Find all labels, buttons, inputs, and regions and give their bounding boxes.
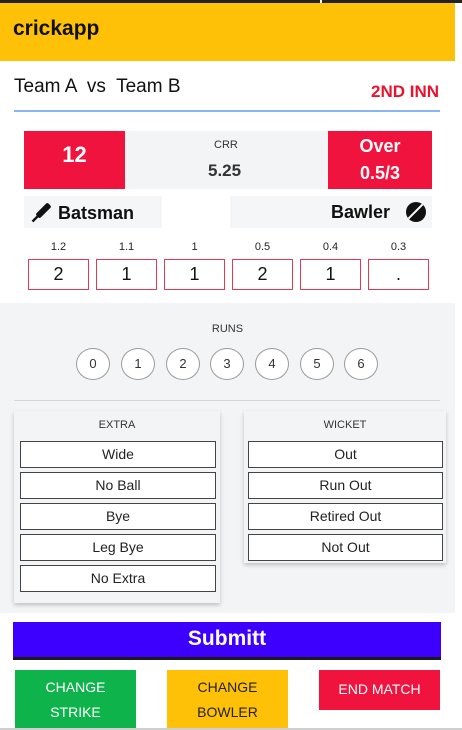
change-strike-line2: STRIKE [50, 704, 101, 720]
run-2-button[interactable]: 2 [166, 348, 200, 380]
scoring-controls: RUNS 0 1 2 3 4 5 6 EXTRA Wide No Ball By… [0, 303, 455, 613]
extra-bye-button[interactable]: Bye [20, 503, 216, 530]
change-bowler-line1: CHANGE [197, 679, 258, 695]
run-6-button[interactable]: 6 [344, 348, 378, 380]
ball-runs: 1 [164, 259, 225, 290]
divider [14, 400, 440, 401]
ball-number: 1.1 [118, 241, 135, 253]
ball-runs: 1 [96, 259, 157, 290]
match-header: Team A vs Team B 2ND INN [14, 72, 440, 112]
players-row: Batsman Bawler [24, 196, 432, 228]
extra-wide-button[interactable]: Wide [20, 441, 216, 468]
run-4-button[interactable]: 4 [255, 348, 289, 380]
wicket-panel: WICKET Out Run Out Retired Out Not Out [244, 411, 446, 563]
app-title: crickapp [13, 17, 100, 40]
run-5-button[interactable]: 5 [300, 348, 334, 380]
ball-runs: 2 [232, 259, 293, 290]
extra-leg-bye-button[interactable]: Leg Bye [20, 534, 216, 561]
run-1-button[interactable]: 1 [121, 348, 155, 380]
score-panel: 12 CRR 5.25 Over 0.5/3 [24, 131, 432, 189]
change-bowler-line2: BOWLER [197, 704, 258, 720]
change-bowler-button[interactable]: CHANGE BOWLER [167, 670, 288, 728]
wicket-out-button[interactable]: Out [248, 441, 443, 468]
ball-number: 0.3 [390, 241, 407, 253]
runs-label: RUNS [211, 323, 244, 335]
wicket-retired-out-button[interactable]: Retired Out [248, 503, 443, 530]
batsman-label: Batsman [58, 203, 135, 223]
wicket-run-out-button[interactable]: Run Out [248, 472, 443, 499]
end-match-button[interactable]: END MATCH [319, 670, 440, 710]
total-score: 12 [24, 131, 125, 189]
extra-no-extra-button[interactable]: No Extra [20, 565, 216, 592]
app-bar: crickapp [0, 3, 455, 61]
submit-button[interactable]: Submitt [13, 622, 441, 660]
cricket-bat-icon [31, 203, 51, 223]
crr-value: 5.25 [208, 161, 242, 180]
match-title: Team A vs Team B [14, 76, 181, 97]
run-0-button[interactable]: 0 [76, 348, 110, 380]
run-3-button[interactable]: 3 [210, 348, 244, 380]
ball-runs: . [368, 259, 429, 290]
recent-balls: 1.2 2 1.1 1 1 1 0.5 2 0.4 1 0.3 . [28, 241, 429, 291]
ball-runs: 2 [28, 259, 89, 290]
ball-number: 1.2 [50, 241, 67, 253]
extra-no-ball-button[interactable]: No Ball [20, 472, 216, 499]
innings-indicator: 2ND INN [370, 82, 439, 101]
over-box: Over 0.5/3 [328, 131, 432, 189]
ball-runs: 1 [300, 259, 361, 290]
over-value: 0.5/3 [359, 163, 401, 183]
change-strike-line1: CHANGE [45, 679, 106, 695]
extra-panel: EXTRA Wide No Ball Bye Leg Bye No Extra [14, 411, 220, 603]
cricket-ball-icon [406, 202, 426, 222]
ball-number: 0.5 [254, 241, 271, 253]
bowler-label: Bawler [330, 202, 390, 222]
batsman-cell[interactable]: Batsman [24, 196, 162, 228]
extra-label: EXTRA [98, 419, 136, 431]
wicket-not-out-button[interactable]: Not Out [248, 534, 443, 561]
over-label: Over [359, 136, 401, 156]
change-strike-button[interactable]: CHANGE STRIKE [15, 670, 136, 728]
wicket-label: WICKET [323, 419, 367, 431]
ball-number: 1 [191, 241, 198, 253]
crr-label: CRR [214, 139, 238, 151]
bowler-cell[interactable]: Bawler [230, 196, 432, 228]
ball-number: 0.4 [322, 241, 339, 253]
